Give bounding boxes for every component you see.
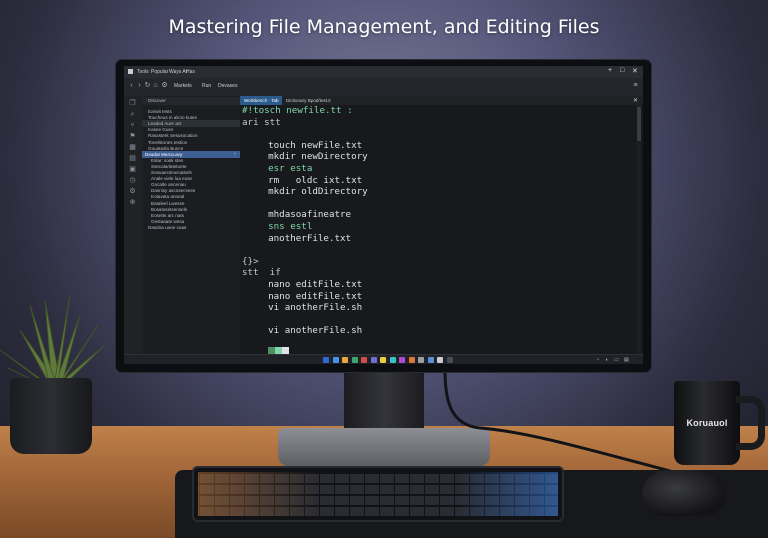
taskbar-app-icon[interactable] (399, 357, 405, 363)
settings-icon[interactable]: ⚙ (129, 188, 136, 195)
activity-bar: ❐ ⌕ ⑂ ⚑ ▦ ▤ ▣ ◷ ⚙ ⊕ (124, 96, 143, 364)
menu-icon[interactable]: ≡ (632, 82, 639, 89)
extensions-icon[interactable]: ▦ (129, 144, 136, 151)
menu-item-popular[interactable]: Popular (151, 69, 168, 75)
taskbar-app-icon[interactable] (408, 357, 415, 363)
code-line: mhdasoafineatre (268, 209, 352, 221)
notification-icon[interactable]: ▤ (624, 357, 629, 363)
code-line: nano editFile.txt (268, 279, 363, 290)
keyboard-glow-right (458, 472, 558, 516)
code-line: nano editFile.txt (268, 290, 363, 302)
debug-icon[interactable]: ⚑ (129, 133, 136, 140)
search-icon[interactable]: ⌕ (129, 111, 136, 118)
zoom-icon[interactable]: ⊕ (129, 199, 136, 206)
taskbar-app-icon[interactable] (361, 357, 367, 363)
files-icon[interactable]: ❐ (129, 100, 136, 107)
grid-icon[interactable]: ▤ (129, 155, 136, 162)
taskbar-app-icon[interactable] (342, 357, 348, 363)
explorer-header[interactable]: Discover (142, 97, 240, 105)
home-icon[interactable]: ⌂ (152, 82, 159, 89)
tab-label: Dictionary Bpod/test.it (286, 98, 331, 103)
code-line: touch newFile.txt (268, 139, 363, 151)
taskbar-app-icon[interactable] (427, 357, 434, 363)
git-icon[interactable]: ⑂ (129, 122, 136, 129)
file-explorer: Discover Earwit tests Toucheus in alicto … (142, 96, 240, 354)
tab-workbench[interactable]: Workbench · Tab (240, 96, 282, 105)
taskbar-app-icon[interactable] (380, 357, 386, 363)
explorer-header-label: Discover (148, 98, 166, 103)
code-line: #!tosch newfile.tt : (242, 105, 353, 116)
devases-button[interactable]: Devases (218, 83, 237, 89)
taskbar-app-icon[interactable] (418, 357, 424, 363)
restore-icon[interactable]: □ (620, 67, 624, 74)
taskbar-app-icon[interactable] (389, 357, 396, 363)
back-icon[interactable]: ‹ (128, 82, 135, 89)
code-line: mkdir newDirectory (268, 151, 368, 163)
plant-leaves (0, 294, 106, 389)
mug-handle (736, 396, 765, 450)
code-line: vi anotherFile.sh (268, 325, 363, 337)
run-button[interactable]: Run (202, 83, 211, 89)
maximize-icon[interactable]: + (608, 67, 612, 74)
tab-label: Workbench · Tab (244, 98, 279, 103)
clock-icon[interactable]: ◷ (129, 177, 136, 184)
menu-item-tools[interactable]: Tools (137, 69, 149, 75)
tree-item-label: Dasdoa uoee cuas (148, 224, 187, 230)
mouse (642, 470, 726, 516)
menu-item-has[interactable]: Has (186, 69, 195, 75)
keyboard (192, 466, 564, 522)
scrollbar-thumb[interactable] (637, 107, 641, 141)
tab-bar: Workbench · Tab Dictionary Bpod/test.it … (240, 96, 643, 105)
code-line: anotherFile.txt (268, 232, 352, 244)
title-bar: Tools Popular Ways Ar Has + □ ✕ (124, 66, 643, 78)
forward-icon[interactable]: › (136, 82, 143, 89)
taskbar-app-icon[interactable] (446, 357, 453, 363)
refresh-icon[interactable]: ↻ (144, 82, 151, 89)
taskbar-app-icon[interactable] (332, 357, 339, 363)
code-line: {}> (242, 255, 259, 267)
editor: Workbench · Tab Dictionary Bpod/test.it … (240, 96, 643, 355)
plant-pot (10, 378, 92, 454)
scrollbar-track[interactable] (637, 105, 641, 354)
markets-button[interactable]: Markets (174, 83, 192, 89)
monitor: Tools Popular Ways Ar Has + □ ✕ ‹ › ↻ ⌂ … (116, 60, 651, 372)
toolbar: ‹ › ↻ ⌂ ⚙ Markets Run Devases ≡ (124, 78, 643, 97)
taskbar-app-icon[interactable] (351, 357, 358, 363)
screen: Tools Popular Ways Ar Has + □ ✕ ‹ › ↻ ⌂ … (124, 66, 643, 364)
taskbar: ◔ ◖ ▭ ▤ (124, 354, 643, 364)
headline: Mastering File Management, and Editing F… (168, 16, 600, 38)
code-line: ari stt (242, 116, 281, 128)
cable (443, 370, 686, 477)
taskbar-app-icon[interactable] (370, 357, 377, 363)
code-line: rm oldc ixt.txt (268, 174, 363, 186)
code-line: stt if (242, 267, 281, 279)
code-line: vi anotherFile.sh (268, 302, 363, 314)
taskbar-app-icon[interactable] (323, 357, 329, 363)
code-line: esr esta (268, 163, 313, 174)
menu-item-ways[interactable]: Ways Ar (169, 69, 187, 75)
keyboard-glow-left (198, 472, 318, 516)
wifi-icon[interactable]: ◔ (596, 357, 599, 363)
tab-dictionary[interactable]: Dictionary Bpod/test.it (282, 96, 362, 105)
chevron-right-icon: › (234, 150, 236, 156)
terminal-icon[interactable]: ▣ (129, 166, 136, 173)
taskbar-app-icon[interactable] (437, 357, 443, 363)
app-icon (128, 69, 133, 74)
close-icon[interactable]: ✕ (632, 67, 638, 75)
gear-icon[interactable]: ⚙ (161, 82, 168, 89)
code-line: mkdir oldDirectory (268, 186, 368, 198)
monitor-stand-neck (344, 368, 424, 434)
battery-icon[interactable]: ▭ (614, 357, 619, 363)
tree-item[interactable]: Dasdoa uoee cuas (142, 224, 240, 231)
code-area[interactable]: #!tosch newfile.tt : ari stt touch newFile… (240, 105, 636, 355)
volume-icon[interactable]: ◖ (605, 357, 608, 363)
tab-close-icon[interactable]: ✕ (633, 97, 638, 104)
code-line: sns estl (268, 221, 313, 232)
